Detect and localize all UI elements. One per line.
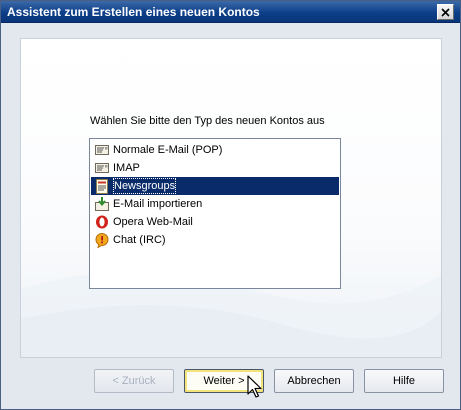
list-item-import[interactable]: E-Mail importieren: [91, 195, 339, 213]
account-type-list[interactable]: Normale E-Mail (POP) IMAP Newsgroups E-M…: [89, 138, 341, 289]
cancel-button[interactable]: Abbrechen: [274, 369, 354, 393]
list-item-label: E-Mail importieren: [113, 198, 203, 210]
chat-icon: [94, 232, 110, 248]
wizard-dialog: Assistent zum Erstellen eines neuen Kont…: [0, 0, 461, 410]
mouse-pointer-icon: [247, 375, 263, 399]
list-item-opera-webmail[interactable]: Opera Web-Mail: [91, 213, 339, 231]
mail-imap-icon: [94, 160, 110, 176]
opera-icon: [94, 214, 110, 230]
list-item-chat[interactable]: Chat (IRC): [91, 231, 339, 249]
list-item-imap[interactable]: IMAP: [91, 159, 339, 177]
list-item-label: Normale E-Mail (POP): [113, 144, 223, 156]
help-button[interactable]: Hilfe: [364, 369, 444, 393]
list-item-label: IMAP: [113, 162, 140, 174]
list-item-label: Chat (IRC): [113, 234, 166, 246]
back-button[interactable]: < Zurück: [94, 369, 174, 393]
list-item-pop[interactable]: Normale E-Mail (POP): [91, 141, 339, 159]
newsgroups-icon: [94, 178, 110, 194]
account-type-prompt: Wählen Sie bitte den Typ des neuen Konto…: [90, 115, 325, 127]
window-title: Assistent zum Erstellen eines neuen Kont…: [7, 5, 260, 19]
title-bar[interactable]: Assistent zum Erstellen eines neuen Kont…: [1, 1, 460, 23]
close-button[interactable]: [437, 4, 454, 20]
close-icon: [441, 7, 450, 17]
list-item-label: Opera Web-Mail: [113, 216, 193, 228]
import-mail-icon: [94, 196, 110, 212]
mail-pop-icon: [94, 142, 110, 158]
list-item-newsgroups[interactable]: Newsgroups: [91, 177, 339, 195]
list-item-label: Newsgroups: [113, 178, 177, 194]
